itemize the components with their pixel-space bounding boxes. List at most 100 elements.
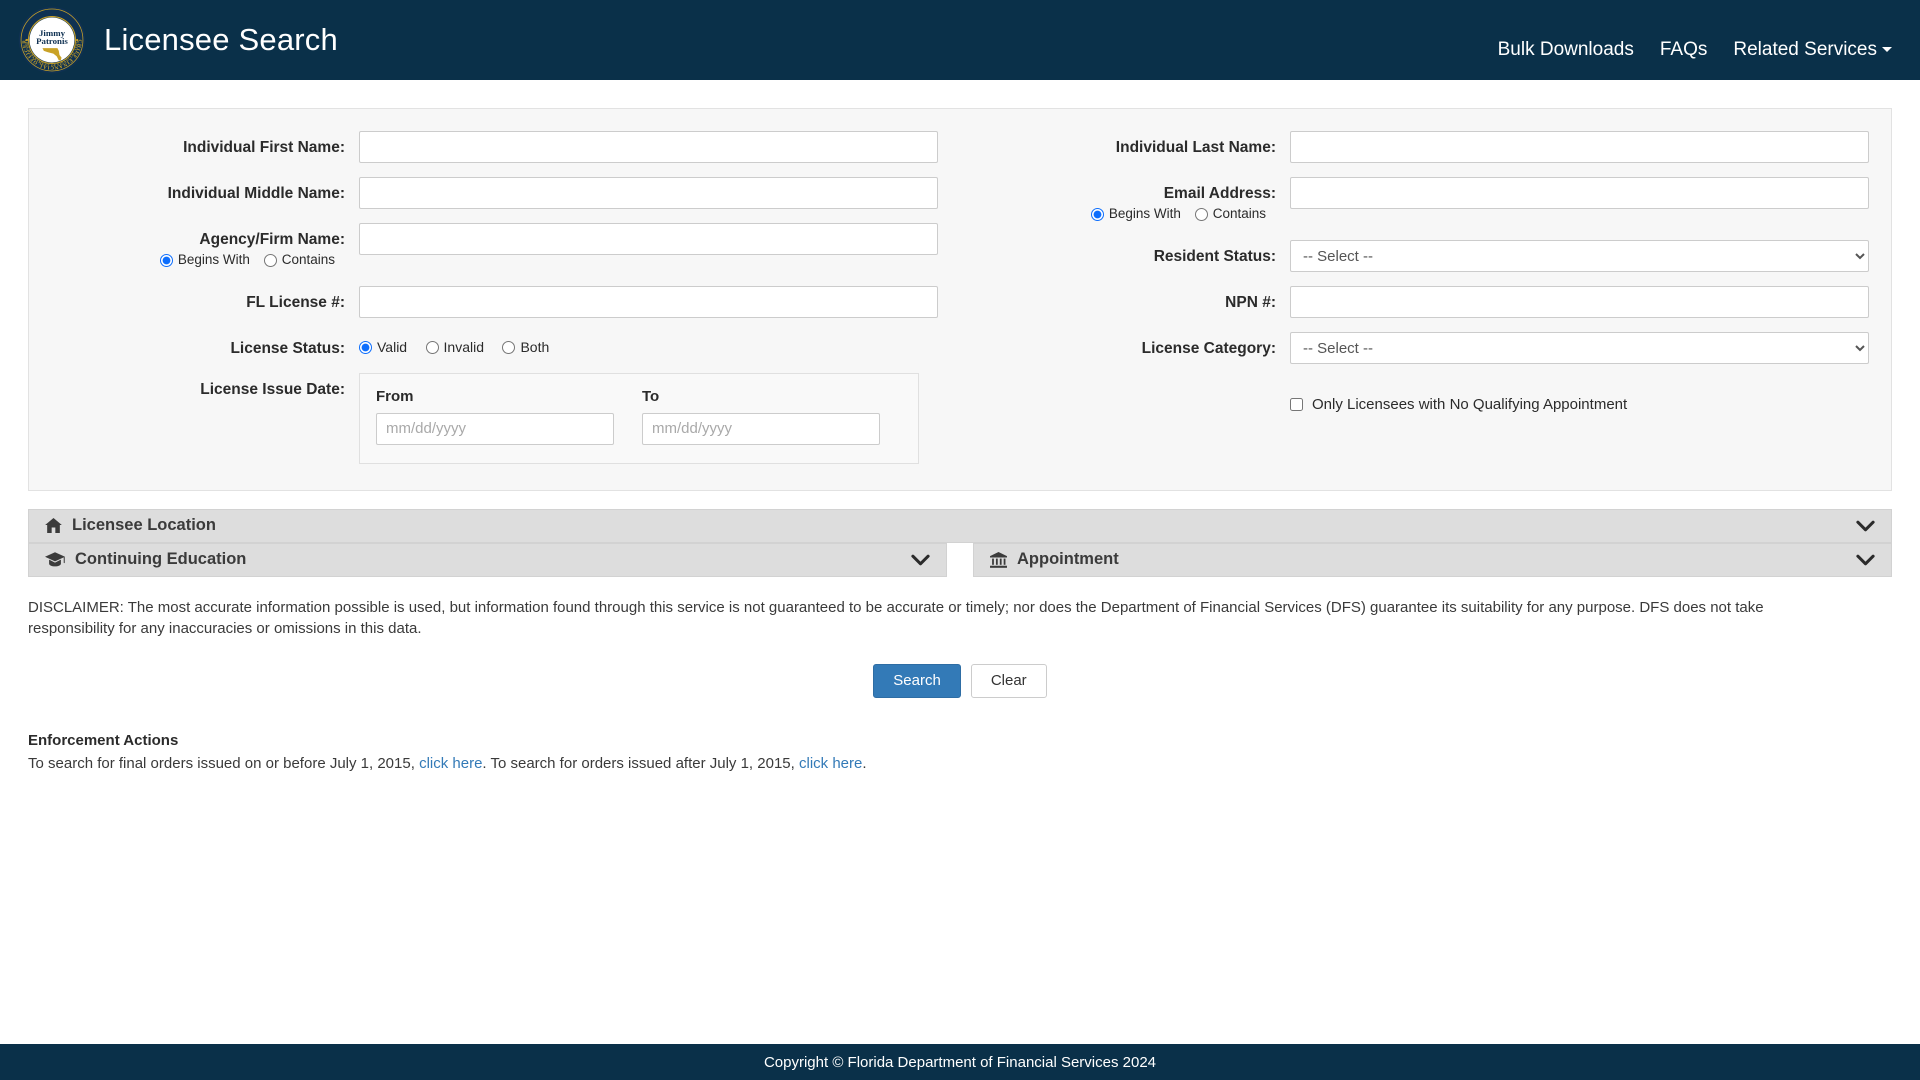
disclaimer-text: DISCLAIMER: The most accurate informatio… — [28, 598, 1764, 638]
nav-faqs[interactable]: FAQs — [1660, 39, 1708, 61]
license-status-valid-radio[interactable] — [359, 340, 372, 354]
agency-begins-with-radio[interactable] — [159, 254, 173, 268]
license-status-invalid-radio[interactable] — [425, 340, 439, 354]
site-footer: Copyright © Florida Department of Financ… — [0, 1044, 1920, 1080]
label-npn-number: NPN #: — [1225, 294, 1276, 312]
issue-date-to-input[interactable] — [642, 412, 880, 445]
license-status-both-radio[interactable] — [502, 340, 516, 354]
email-begins-with-option[interactable]: Begins With — [1090, 206, 1181, 223]
form-actions: Search Clear — [28, 664, 1892, 699]
search-button[interactable]: Search — [873, 664, 961, 699]
accordion-licensee-location-label: Licensee Location — [72, 516, 216, 535]
individual-first-name-input[interactable] — [359, 131, 938, 163]
issue-date-from-input[interactable] — [376, 412, 614, 445]
npn-number-input[interactable] — [1290, 286, 1869, 319]
fl-license-number-input[interactable] — [359, 286, 938, 319]
license-status-both-label: Both — [520, 339, 550, 356]
nav-related-services-label: Related Services — [1733, 39, 1877, 60]
label-email-address: Email Address: Begins With Contains — [960, 177, 1290, 226]
agency-begins-with-option[interactable]: Begins With — [159, 252, 250, 269]
email-contains-radio[interactable] — [1194, 208, 1208, 222]
resident-status-select[interactable]: -- Select -- — [1290, 240, 1869, 273]
email-contains-option[interactable]: Contains — [1194, 206, 1266, 223]
no-qualifying-appointment-option[interactable]: Only Licensees with No Qualifying Appoin… — [1290, 390, 1869, 413]
agency-contains-option[interactable]: Contains — [263, 252, 335, 269]
label-individual-first-name: Individual First Name: — [183, 139, 345, 156]
label-resident-status: Resident Status: — [1153, 248, 1276, 266]
field-license-status: License Status: Valid Invalid Both — [29, 332, 960, 359]
accordion-continuing-education-label: Continuing Education — [75, 550, 247, 569]
site-header: CHIEF FINANCIAL OFFICER FLORIDA DEPARTME… — [0, 0, 1920, 80]
agency-contains-label: Contains — [281, 252, 335, 268]
license-status-radio-group: Valid Invalid Both — [359, 332, 938, 359]
clear-button[interactable]: Clear — [970, 664, 1047, 699]
field-npn-number: NPN #: — [960, 286, 1891, 319]
license-status-both-option[interactable]: Both — [502, 339, 549, 355]
accordion-appointment-label: Appointment — [1017, 550, 1119, 569]
label-agency-firm-name: Agency/Firm Name: Begins With Contains — [29, 223, 359, 272]
svg-text:Patronis: Patronis — [36, 36, 68, 46]
nav-bulk-downloads[interactable]: Bulk Downloads — [1498, 39, 1634, 61]
enforcement-link-after-2015[interactable]: click here — [799, 755, 862, 772]
field-fl-license-number: FL License #: — [29, 286, 960, 319]
email-address-input[interactable] — [1290, 177, 1869, 209]
issue-date-from-field: From — [376, 388, 614, 445]
label-license-status: License Status: — [230, 340, 345, 358]
issue-date-from-label: From — [376, 387, 414, 405]
chevron-down-icon — [911, 554, 930, 566]
license-status-valid-option[interactable]: Valid — [359, 339, 407, 355]
field-individual-middle-name: Individual Middle Name: — [29, 177, 960, 209]
agency-contains-radio[interactable] — [263, 254, 277, 268]
field-license-issue-date: License Issue Date: From To — [29, 372, 960, 464]
chevron-down-icon — [1856, 520, 1875, 532]
label-agency-firm-name-text: Agency/Firm Name: — [199, 231, 345, 248]
issue-date-to-field: To — [642, 388, 880, 445]
no-qualifying-appointment-wrap: Only Licensees with No Qualifying Appoin… — [960, 390, 1891, 413]
accordion-section: Licensee Location Continuing Education A… — [28, 508, 1892, 577]
accordion-appointment[interactable]: Appointment — [973, 542, 1892, 577]
graduation-cap-icon — [45, 552, 65, 567]
enforcement-text-part3: . — [862, 755, 867, 773]
label-individual-last-name: Individual Last Name: — [1115, 139, 1276, 156]
license-status-valid-label: Valid — [377, 339, 408, 356]
license-category-select[interactable]: -- Select -- — [1290, 332, 1869, 365]
field-individual-last-name: Individual Last Name: — [960, 131, 1891, 163]
page-body: Individual First Name: Individual Middle… — [0, 108, 1920, 775]
nav-related-services[interactable]: Related Services — [1733, 39, 1892, 61]
no-qualifying-appointment-checkbox[interactable] — [1290, 398, 1303, 412]
field-resident-status: Resident Status: -- Select -- — [960, 240, 1891, 273]
field-individual-first-name: Individual First Name: — [29, 131, 960, 163]
enforcement-actions-section: Enforcement Actions To search for final … — [28, 732, 1892, 775]
agency-match-mode-group: Begins With Contains — [29, 252, 345, 272]
enforcement-actions-text: To search for final orders issued on or … — [28, 753, 1892, 775]
license-status-invalid-option[interactable]: Invalid — [425, 339, 485, 356]
accordion-row-secondary: Continuing Education Appointment — [28, 542, 1892, 577]
search-criteria-panel: Individual First Name: Individual Middle… — [28, 108, 1892, 491]
accordion-continuing-education[interactable]: Continuing Education — [28, 542, 947, 577]
accordion-licensee-location[interactable]: Licensee Location — [28, 508, 1892, 543]
search-right-column: Individual Last Name: Email Address: Beg… — [960, 131, 1891, 464]
search-left-column: Individual First Name: Individual Middle… — [29, 131, 960, 464]
individual-middle-name-input[interactable] — [359, 177, 938, 209]
label-license-issue-date: License Issue Date: — [200, 380, 345, 398]
license-status-invalid-label: Invalid — [443, 339, 485, 356]
license-issue-date-range: From To — [359, 372, 919, 464]
main-navigation: Bulk Downloads FAQs Related Services — [1498, 13, 1892, 67]
email-begins-with-radio[interactable] — [1090, 208, 1104, 222]
email-contains-label: Contains — [1212, 206, 1266, 222]
chevron-down-icon — [1882, 47, 1892, 53]
issue-date-to-label: To — [642, 387, 660, 405]
label-email-address-text: Email Address: — [1163, 185, 1276, 202]
agency-firm-name-input[interactable] — [359, 223, 938, 255]
enforcement-text-part2: . To search for orders issued after July… — [482, 755, 799, 773]
agency-begins-with-label: Begins With — [177, 252, 250, 268]
enforcement-text-part1: To search for final orders issued on or … — [28, 755, 420, 773]
individual-last-name-input[interactable] — [1290, 131, 1869, 163]
field-license-category: License Category: -- Select -- — [960, 332, 1891, 365]
bank-icon — [990, 551, 1007, 568]
chevron-down-icon — [1856, 554, 1875, 566]
enforcement-link-before-2015[interactable]: click here — [419, 755, 482, 772]
label-license-category: License Category: — [1141, 340, 1276, 358]
label-fl-license-number: FL License #: — [246, 294, 345, 312]
field-agency-firm-name: Agency/Firm Name: Begins With Contains — [29, 223, 960, 272]
